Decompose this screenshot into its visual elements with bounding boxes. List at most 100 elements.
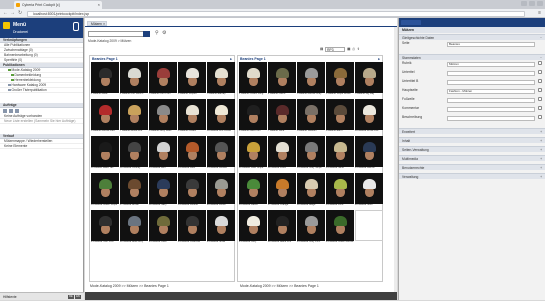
product-tile[interactable]: 11 Beanie Black Tall — [91, 136, 119, 172]
collapsed-section[interactable]: Seiten-Verwaltung + — [399, 146, 545, 152]
expand-icon[interactable]: + — [540, 165, 542, 171]
product-tile[interactable]: 5 Beanie Earflap — [207, 62, 235, 98]
product-tile[interactable]: 15 Beanie Ribbed — [207, 136, 235, 172]
product-tile[interactable]: 3 Beanie Pom Pom — [149, 62, 177, 98]
product-tile[interactable]: 10 Beanie Knit Crown — [207, 99, 235, 135]
catalog-page-left[interactable]: Beanies Page 1 ▸ 1 Beanie Basic 2 Beanie … — [89, 55, 235, 282]
product-tile[interactable]: 13 Beanie Mini — [149, 136, 177, 172]
product-tile[interactable]: 22 Beanie Blue Grey — [120, 210, 148, 246]
product-tile[interactable]: 13 Beanie Grey Stripe — [297, 136, 325, 172]
browser-menu-icon[interactable]: ≡ — [538, 10, 541, 16]
product-tile[interactable]: 2 Beanie Knit Slouch — [120, 62, 148, 98]
url-field[interactable]: localhost:8001/printcockpit/index.jsp — [27, 10, 525, 17]
product-tile[interactable]: 17 Beanie Brown — [120, 173, 148, 209]
print-icon[interactable]: ⎙ — [352, 47, 355, 52]
product-tile[interactable]: 18 Beanie Navy — [149, 173, 177, 209]
settings-icon[interactable]: ⚙ — [162, 31, 167, 36]
expand-icon[interactable]: + — [540, 147, 542, 153]
lock-icon[interactable] — [73, 22, 79, 31]
search-button[interactable] — [143, 31, 150, 37]
product-tile[interactable]: 4 Beanie Stripe Brown — [326, 62, 354, 98]
product-tile[interactable]: 19 Beanie Double — [178, 173, 206, 209]
properties-tab[interactable] — [401, 20, 421, 25]
shortcut-item[interactable]: Spertfirle (0) — [0, 58, 83, 63]
field-input[interactable] — [447, 97, 535, 103]
delete-icon[interactable] — [9, 109, 13, 113]
product-tile[interactable]: 18 Beanie Beige — [297, 173, 325, 209]
product-tile[interactable]: 7 Beanie Mixed Knit — [120, 99, 148, 135]
browser-tab[interactable]: Cyberia Print Cockpit [c] × — [14, 1, 102, 9]
collapsed-section[interactable]: Verwaltung + — [399, 173, 545, 179]
product-tile[interactable]: 20 Beanie Skull — [355, 173, 383, 209]
vertical-scrollbar[interactable] — [394, 27, 397, 292]
product-tile[interactable]: 1 Beanie Cream Long — [239, 62, 267, 98]
field-input[interactable] — [447, 115, 535, 121]
close-window-button[interactable] — [537, 1, 543, 6]
catalog-page-right[interactable]: Beanies Page 1 ▸ 1 Beanie Cream Long 2 Be… — [237, 55, 383, 282]
collapsed-section[interactable]: Erweitert + — [399, 128, 545, 134]
product-tile[interactable]: 10 Beanie White Knit — [355, 99, 383, 135]
expand-icon[interactable]: + — [540, 129, 542, 135]
product-tile[interactable]: 23 Beanie Olive — [149, 210, 177, 246]
product-tile[interactable]: 16 Beanie Green Stripe — [91, 173, 119, 209]
forward-icon[interactable]: → — [10, 10, 15, 16]
collapsed-section[interactable]: Multimedia + — [399, 155, 545, 161]
expand-icon[interactable]: + — [540, 156, 542, 162]
add-icon[interactable] — [538, 70, 542, 74]
product-tile[interactable]: 2 Beanie Camo — [268, 62, 296, 98]
minimize-button[interactable] — [521, 1, 527, 6]
product-tile[interactable]: 17 Beanie Orange — [268, 173, 296, 209]
page-select[interactable]: RP3 — [325, 47, 346, 52]
search-input[interactable] — [88, 31, 148, 37]
product-tile[interactable]: 24 Beanie Charcoal — [178, 210, 206, 246]
add-icon[interactable] — [538, 61, 542, 65]
product-tile[interactable]: 11 Beanie Gold Stripe — [239, 136, 267, 172]
collapsed-section[interactable]: Benutzerrechte + — [399, 164, 545, 170]
product-tile[interactable]: 14 Beanie Rust — [178, 136, 206, 172]
product-tile[interactable]: 16 Beanie Rasta — [239, 173, 267, 209]
add-icon[interactable] — [538, 97, 542, 101]
add-icon[interactable] — [538, 106, 542, 110]
add-icon[interactable] — [538, 88, 542, 92]
product-tile[interactable]: 6 Beanie Dark Pom — [239, 99, 267, 135]
product-tile[interactable]: 23 Beanie Grey Pom — [297, 210, 325, 246]
product-tile[interactable]: 14 Beanie Sand — [326, 136, 354, 172]
add-icon[interactable] — [538, 115, 542, 119]
product-tile[interactable]: 1 Beanie Basic — [91, 62, 119, 98]
product-tile[interactable]: 19 Beanie Lime — [326, 173, 354, 209]
product-tile[interactable]: 8 Beanie Woollen — [297, 99, 325, 135]
product-tile[interactable]: 3 Beanie Bobble Grey — [297, 62, 325, 98]
back-icon[interactable]: ← — [3, 10, 8, 16]
product-tile[interactable]: 9 Beanie Cream — [178, 99, 206, 135]
product-tile[interactable]: 5 Beanie Zig Zag — [355, 62, 383, 98]
export-icon[interactable]: ⇪ — [357, 47, 360, 52]
field-input[interactable] — [447, 79, 535, 85]
seite-field[interactable]: Beanies — [447, 41, 535, 47]
product-tile[interactable]: 22 Beanie Black Knit — [268, 210, 296, 246]
view-icon[interactable]: ▦ — [347, 47, 350, 52]
product-tile[interactable]: 15 Beanie Marine — [355, 136, 383, 172]
product-tile[interactable] — [355, 210, 383, 246]
product-tile[interactable]: 24 Beanie Green Bobble — [326, 210, 354, 246]
expand-icon[interactable]: + — [540, 174, 542, 180]
product-tile[interactable]: 21 Beanie Twin Pom — [91, 210, 119, 246]
collapsed-section[interactable]: Inhalt + — [399, 137, 545, 143]
add-icon[interactable] — [538, 79, 542, 83]
product-tile[interactable]: 20 Beanie Fisher — [207, 173, 235, 209]
footer-button-1[interactable]: DE — [68, 295, 74, 299]
close-tab-icon[interactable]: × — [98, 1, 100, 9]
filter-icon[interactable]: ⚲ — [155, 31, 160, 36]
product-tile[interactable]: 21 Beanie Ivory — [239, 210, 267, 246]
field-input[interactable] — [447, 70, 535, 76]
field-input[interactable]: Mützen — [447, 61, 535, 67]
product-tile[interactable]: 12 Beanie Chunky — [120, 136, 148, 172]
field-input[interactable] — [447, 106, 535, 112]
product-tile[interactable]: 6 Beanie Bobble Red — [91, 99, 119, 135]
print-icon[interactable] — [15, 109, 19, 113]
tree-item-grosser[interactable]: Großer Tisterpublikation — [0, 88, 83, 93]
add-icon[interactable] — [3, 109, 7, 113]
product-tile[interactable]: 12 Beanie Lines — [268, 136, 296, 172]
product-tile[interactable]: 7 Beanie Wine — [268, 99, 296, 135]
product-tile[interactable]: 8 Beanie Grey Wool — [149, 99, 177, 135]
product-tile[interactable]: 25 Beanie Snow — [207, 210, 235, 246]
